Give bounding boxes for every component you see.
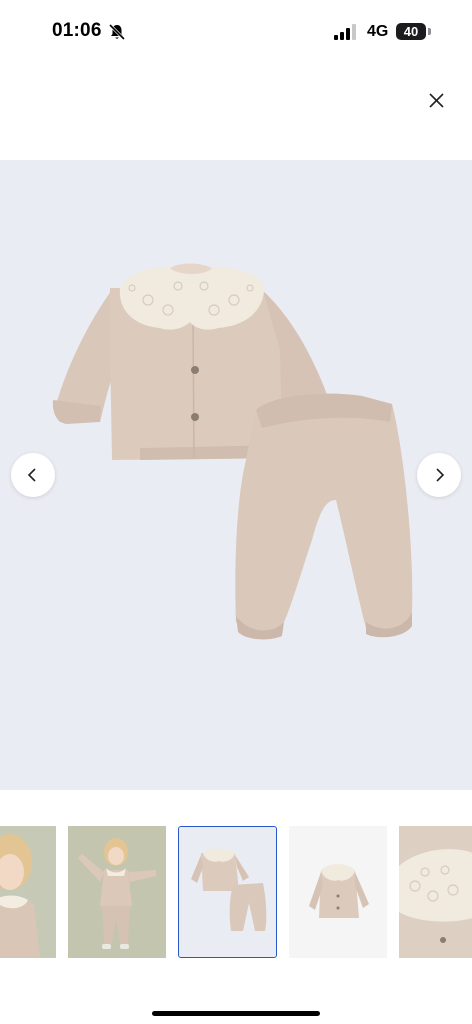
signal-icon xyxy=(334,24,358,40)
product-photo-set-top-and-pants xyxy=(52,263,413,640)
garment-pants xyxy=(235,393,413,640)
chevron-left-icon xyxy=(27,468,36,482)
thumbnail-1[interactable] xyxy=(0,826,56,958)
thumbnail-2[interactable] xyxy=(68,826,166,958)
close-icon xyxy=(429,93,444,108)
status-bar: 01:06 4G 40 xyxy=(0,0,472,64)
thumbnail-image-top xyxy=(289,826,387,958)
network-type: 4G xyxy=(367,23,389,40)
thumbnail-image-child-closeup xyxy=(0,826,56,958)
chevron-right-icon xyxy=(436,468,445,482)
previous-image-button[interactable] xyxy=(11,453,55,497)
thumbnail-strip xyxy=(0,826,472,958)
bell-muted-icon xyxy=(108,23,126,41)
thumbnail-5[interactable] xyxy=(399,826,472,958)
thumbnail-3[interactable] xyxy=(178,826,277,958)
battery-indicator: 40 xyxy=(396,23,426,40)
battery-cap xyxy=(428,28,431,35)
home-indicator[interactable] xyxy=(152,1011,320,1016)
thumbnail-image-child-full xyxy=(68,826,166,958)
product-image-main[interactable] xyxy=(0,160,472,790)
thumbnail-4[interactable] xyxy=(289,826,387,958)
close-button[interactable] xyxy=(422,86,450,114)
thumbnail-image-set xyxy=(179,827,275,956)
status-time: 01:06 xyxy=(52,20,102,41)
thumbnail-image-collar-detail xyxy=(399,826,472,958)
next-image-button[interactable] xyxy=(417,453,461,497)
